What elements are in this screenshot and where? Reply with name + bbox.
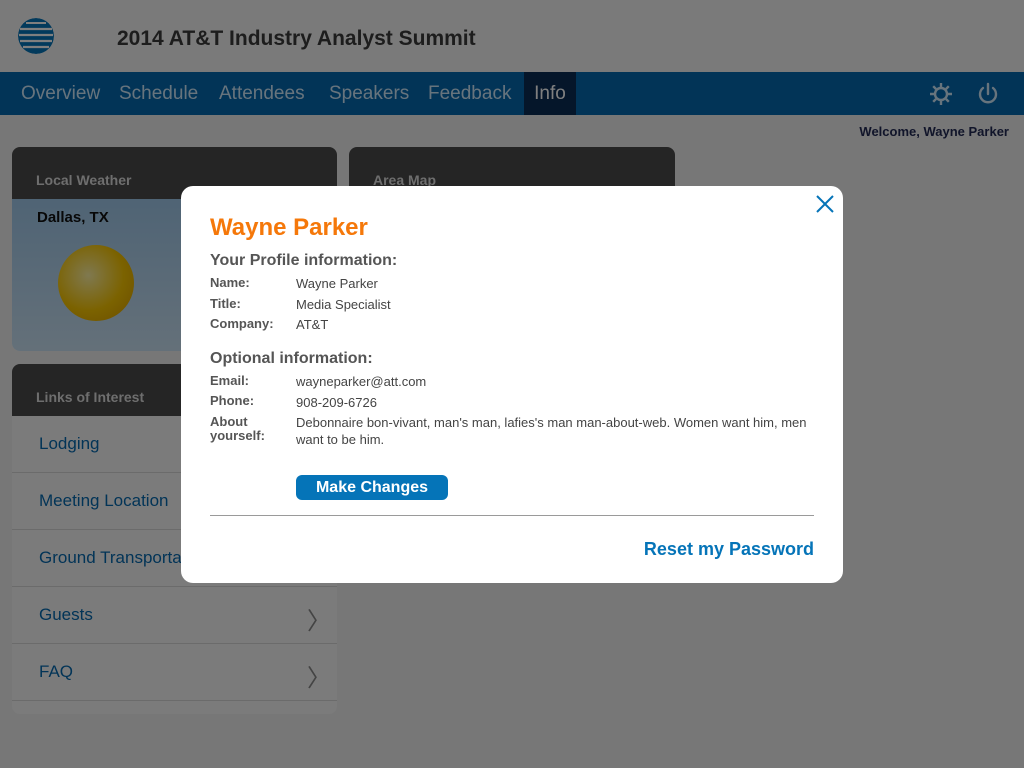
company-value: AT&T <box>296 317 329 332</box>
reset-password-link[interactable]: Reset my Password <box>644 539 814 560</box>
about-label: About yourself: <box>210 414 265 443</box>
about-value: Debonnaire bon-vivant, man's man, lafies… <box>296 415 807 447</box>
phone-value: 908-209-6726 <box>296 395 377 410</box>
profile-modal: Wayne Parker Your Profile information: N… <box>181 186 843 583</box>
company-label: Company: <box>210 316 274 331</box>
name-label: Name: <box>210 275 250 290</box>
optional-section-title: Optional information: <box>210 350 373 367</box>
email-label: Email: <box>210 373 250 388</box>
name-value: Wayne Parker <box>296 276 378 291</box>
close-icon[interactable] <box>815 194 835 214</box>
profile-user-name: Wayne Parker <box>210 214 368 241</box>
phone-label: Phone: <box>210 393 255 408</box>
profile-section-title: Your Profile information: <box>210 252 398 269</box>
divider <box>210 515 814 516</box>
title-value: Media Specialist <box>296 297 391 312</box>
title-label: Title: <box>210 296 241 311</box>
email-value: wayneparker@att.com <box>296 374 427 389</box>
make-changes-button[interactable]: Make Changes <box>296 475 448 500</box>
